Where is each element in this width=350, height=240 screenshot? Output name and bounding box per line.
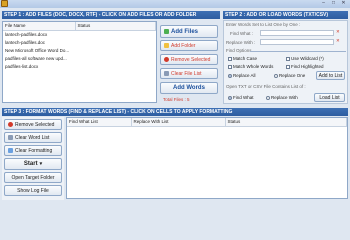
close-icon[interactable]: ✕ <box>339 0 348 6</box>
start-button[interactable]: Start ▾ <box>4 158 62 170</box>
window-controls: – □ ✕ <box>319 0 348 6</box>
column-header-status[interactable]: Status <box>225 118 347 127</box>
format-icon <box>8 148 13 153</box>
step1-header: STEP 1 : ADD FILES (DOC, DOCX, RTF) - CL… <box>2 11 220 19</box>
app-icon <box>1 0 8 7</box>
use-wildcard-checkbox[interactable]: Use Wildcard (*) <box>286 56 324 61</box>
column-header-status[interactable]: Status <box>75 22 156 31</box>
add-files-icon <box>164 29 169 34</box>
remove-icon <box>8 122 13 127</box>
table-row[interactable]: lantech-padfiles.doc <box>3 38 156 46</box>
replace-one-radio[interactable]: Replace One <box>274 73 305 78</box>
file-name-cell: lantech-padfiles.docx <box>5 31 48 37</box>
clear-replace-icon[interactable]: ✕ <box>336 38 340 44</box>
step2-header: STEP 2 : ADD OR LOAD WORDS (TXT/CSV) <box>223 11 348 19</box>
add-to-list-button[interactable]: Add to List <box>316 71 345 80</box>
total-files-count: Total Files : 5 <box>163 97 190 102</box>
find-options-label: Find Options <box>226 48 252 53</box>
column-header-file-name[interactable]: File Name <box>3 22 76 31</box>
add-words-button[interactable]: Add Words <box>160 82 218 94</box>
table-row[interactable]: padfiles-list.docx <box>3 62 156 70</box>
match-whole-words-checkbox[interactable]: Match Whole Words <box>228 64 273 69</box>
show-log-file-button[interactable]: Show Log File <box>4 185 62 196</box>
match-case-checkbox[interactable]: Match Case <box>228 56 257 61</box>
file-name-cell: padfiles-all software new upd... <box>5 55 67 61</box>
remove-selected-files-button[interactable]: Remove Selected <box>160 54 218 65</box>
table-row[interactable]: lantech-padfiles.docx <box>3 30 156 38</box>
find-highlighted-checkbox[interactable]: Find Highlighted <box>286 64 324 69</box>
file-name-cell: lantech-padfiles.doc <box>5 39 46 45</box>
table-row[interactable]: New Microsoft Office Word Do... <box>3 46 156 54</box>
replace-all-radio[interactable]: Replace All <box>228 73 256 78</box>
word-list-table[interactable]: Find What List Replace With List Status <box>66 117 348 199</box>
open-target-folder-button[interactable]: Open Target Folder <box>4 172 62 183</box>
minimize-icon[interactable]: – <box>319 0 328 6</box>
clear-file-list-button[interactable]: Clear File List <box>160 68 218 79</box>
clear-word-list-button[interactable]: Clear Word List <box>4 132 62 143</box>
add-files-button[interactable]: Add Files <box>160 25 218 38</box>
remove-icon <box>164 57 169 62</box>
title-bar <box>0 0 350 8</box>
remove-selected-words-button[interactable]: Remove Selected <box>4 119 62 130</box>
clear-formatting-button[interactable]: Clear Formatting <box>4 145 62 156</box>
enter-words-label: Enter Words Set to List One by One : <box>226 22 301 27</box>
clear-icon <box>8 135 13 140</box>
play-icon: ▾ <box>39 161 43 167</box>
find-what-radio[interactable]: Find What <box>228 95 254 100</box>
load-list-button[interactable]: Load List <box>314 93 345 102</box>
clear-icon <box>164 71 169 76</box>
replace-with-input[interactable] <box>260 39 334 45</box>
folder-icon <box>164 43 169 48</box>
table-row[interactable]: padfiles-all software new upd... <box>3 54 156 62</box>
replace-with-label: Replace With : <box>226 40 256 45</box>
open-file-label: Open TXT or CSV File Contains List of : <box>226 84 306 89</box>
replace-with-radio[interactable]: Replace With <box>266 95 298 100</box>
maximize-icon[interactable]: □ <box>329 0 338 6</box>
find-what-input[interactable] <box>260 30 334 36</box>
column-header-replace-with[interactable]: Replace With List <box>131 118 226 127</box>
column-header-find-what[interactable]: Find What List <box>67 118 132 127</box>
file-name-cell: New Microsoft Office Word Do... <box>5 47 70 53</box>
add-folder-button[interactable]: Add Folder <box>160 40 218 51</box>
clear-find-icon[interactable]: ✕ <box>336 29 340 35</box>
file-list-table[interactable]: File Name Status lantech-padfiles.docx l… <box>2 21 157 103</box>
divider <box>250 51 346 52</box>
find-what-label: Find What : <box>230 31 254 36</box>
file-name-cell: padfiles-list.docx <box>5 63 39 69</box>
step3-header: STEP 3 : FORMAT WORDS (FIND & REPLACE LI… <box>2 108 348 116</box>
